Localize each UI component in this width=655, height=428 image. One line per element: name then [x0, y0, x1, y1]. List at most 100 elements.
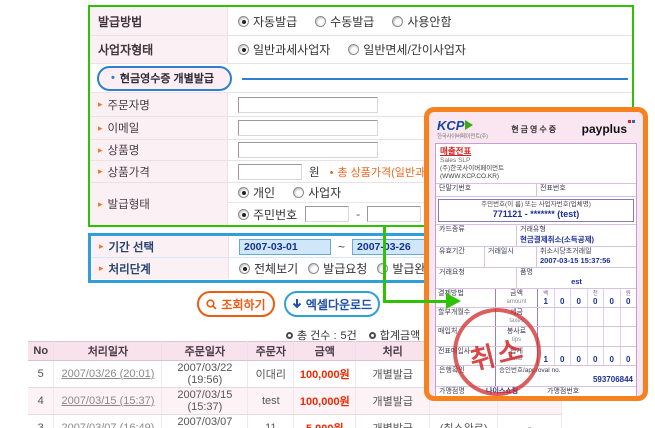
col-amount: 금액 — [294, 342, 356, 361]
digit: 1 — [544, 356, 548, 365]
item-name-label: 품명 — [520, 269, 533, 276]
stage-label: 처리단계 — [99, 261, 151, 277]
bullet-icon — [369, 332, 376, 339]
excel-button-label: 엑셀다운로드 — [306, 296, 372, 313]
grid-row-amount: 결제방법 금액amount 백1 0 0 천0 0 원0 — [436, 289, 636, 308]
kcp-arrow-icon — [465, 120, 473, 130]
business-type-label: 사업자형태 — [90, 36, 228, 63]
radio-icon[interactable] — [238, 187, 249, 198]
section-title-bubble: 현금영수증 개별발급 — [97, 66, 232, 91]
download-arrow-icon — [292, 298, 302, 310]
radio-label: 사업자 — [308, 184, 341, 201]
digit: 1 — [544, 298, 548, 307]
item-name-value: est — [520, 277, 633, 286]
orderer-input[interactable] — [238, 97, 378, 113]
radio-icon[interactable] — [348, 44, 359, 55]
radio-icon[interactable] — [315, 16, 326, 27]
radio-icon[interactable] — [293, 187, 304, 198]
item-row: 거래요청 품명 est — [436, 268, 636, 289]
business-no-label: 사업자번호 — [542, 399, 593, 402]
cancel-stamp-text: 취소 — [465, 326, 528, 377]
tx-type-value: 현금결제취소(소득공제) — [520, 235, 633, 244]
radio-manual-issue[interactable]: 수동발급 — [315, 13, 374, 30]
jumin-input-1[interactable] — [305, 206, 349, 222]
total-count: 총 건수 :5건 — [286, 327, 357, 343]
digit: 0 — [577, 356, 581, 365]
cell-extra: - — [498, 415, 562, 428]
radio-icon[interactable] — [238, 16, 249, 27]
radio-auto-issue[interactable]: 자동발급 — [238, 13, 297, 30]
radio-jumin[interactable]: 주민번호 — [238, 206, 297, 223]
jumin-input-2[interactable] — [367, 206, 421, 222]
receipt-brand-header: KCP 한국사이버페이먼트(주) 현금영수증 payplus — [435, 116, 637, 142]
dash-separator: - — [356, 207, 360, 221]
cell-orderer: test — [248, 388, 294, 415]
search-button[interactable]: 조회하기 — [197, 291, 275, 317]
slip-line: (WWW.KCP.CO.KR) — [440, 173, 632, 181]
id-caption: 주민번호(이 름) 또는 사업자번호(업체명) — [439, 201, 633, 209]
radio-business[interactable]: 사업자 — [293, 184, 341, 201]
cell-amount: 5,000원 — [294, 415, 356, 428]
radio-icon[interactable] — [308, 263, 319, 274]
search-icon — [206, 299, 217, 310]
pay-method-label: 결제방법 — [436, 289, 496, 307]
radio-icon[interactable] — [239, 263, 250, 274]
merchant-no-label: 가맹점번호 — [544, 388, 596, 397]
radio-icon[interactable] — [238, 44, 249, 55]
ceo-label: 대표자명 — [436, 399, 483, 402]
orderer-label: 주문자명 — [98, 97, 150, 113]
proc-date-link[interactable]: 2007/03/26 (20:01) — [61, 368, 154, 380]
radio-exempt-taxpayer[interactable]: 일반면세/간이사업자 — [348, 41, 466, 58]
cell-no: 5 — [28, 361, 54, 388]
email-input[interactable] — [238, 120, 378, 136]
table-row: 3 2007/03/07 (16:49) 2007/03/07 (16:40) … — [28, 415, 562, 428]
radio-label: 발급요청 — [323, 260, 367, 277]
cell-orderer: 11 — [248, 415, 294, 428]
business-no-value: 1240774961 — [593, 399, 636, 402]
connector-line-horizontal — [383, 300, 447, 303]
cell-orderer: 이대리 — [248, 361, 294, 388]
receipt-title: 현금영수증 — [511, 124, 558, 135]
product-input[interactable] — [238, 142, 378, 158]
proc-date-link[interactable]: 2007/03/15 (15:37) — [61, 395, 154, 407]
kcp-company-subtext: 한국사이버페이먼트(주) — [437, 132, 488, 140]
connector-line-vertical — [383, 227, 386, 302]
price-label: 상품가격 — [98, 164, 150, 180]
receipt-popup: KCP 한국사이버페이먼트(주) 현금영수증 payplus 매출전표 Sale… — [424, 107, 648, 401]
radio-view-all[interactable]: 전체보기 — [239, 260, 298, 277]
proc-date-link[interactable]: 2007/03/07 (16:49) — [61, 422, 154, 428]
radio-general-taxpayer[interactable]: 일반과세사업자 — [238, 41, 330, 58]
row-issue-method: 발급방법 자동발급 수동발급 사용안함 — [90, 7, 632, 36]
radio-icon[interactable] — [238, 209, 249, 220]
price-input[interactable] — [238, 164, 302, 180]
excel-download-button[interactable]: 엑셀다운로드 — [284, 291, 380, 317]
amount-label: 금액 — [498, 290, 535, 299]
tx-date-label: 거래일시 — [484, 247, 536, 267]
col-order-date: 주문일자 — [162, 342, 248, 361]
radio-no-use[interactable]: 사용안함 — [392, 13, 451, 30]
radio-issue-request[interactable]: 발급요청 — [308, 260, 367, 277]
cell-amount: 100,000원 — [294, 361, 356, 388]
business-type-options: 일반과세사업자 일반면세/간이사업자 — [228, 36, 632, 63]
digit: 0 — [593, 356, 597, 365]
radio-label: 일반면세/간이사업자 — [363, 41, 466, 58]
radio-label: 개인 — [253, 184, 275, 201]
period-from-input[interactable] — [239, 239, 331, 255]
payplus-logo: payplus — [582, 122, 635, 136]
kcp-logo: KCP 한국사이버페이먼트(주) — [437, 119, 488, 140]
card-type-row: 카드종류 거래유형 현금결제취소(소득공제) — [436, 224, 636, 246]
bullet-icon — [286, 332, 293, 339]
digit: 0 — [626, 356, 630, 365]
digit: 0 — [560, 298, 564, 307]
radio-person[interactable]: 개인 — [238, 184, 275, 201]
payplus-logo-text: payplus — [582, 122, 627, 136]
cancel-date-label: 취소시당초거래일 — [540, 248, 633, 257]
issue-method-label: 발급방법 — [90, 7, 228, 35]
section-rule — [242, 78, 628, 80]
price-unit: 원 — [309, 164, 320, 180]
col-orderer: 주문자 — [248, 342, 294, 361]
cell-order-date: 2007/03/07 (16:40) — [162, 415, 248, 428]
radio-icon[interactable] — [392, 16, 403, 27]
digit: 0 — [610, 298, 614, 307]
slip-line: Sales SLP — [440, 157, 632, 165]
